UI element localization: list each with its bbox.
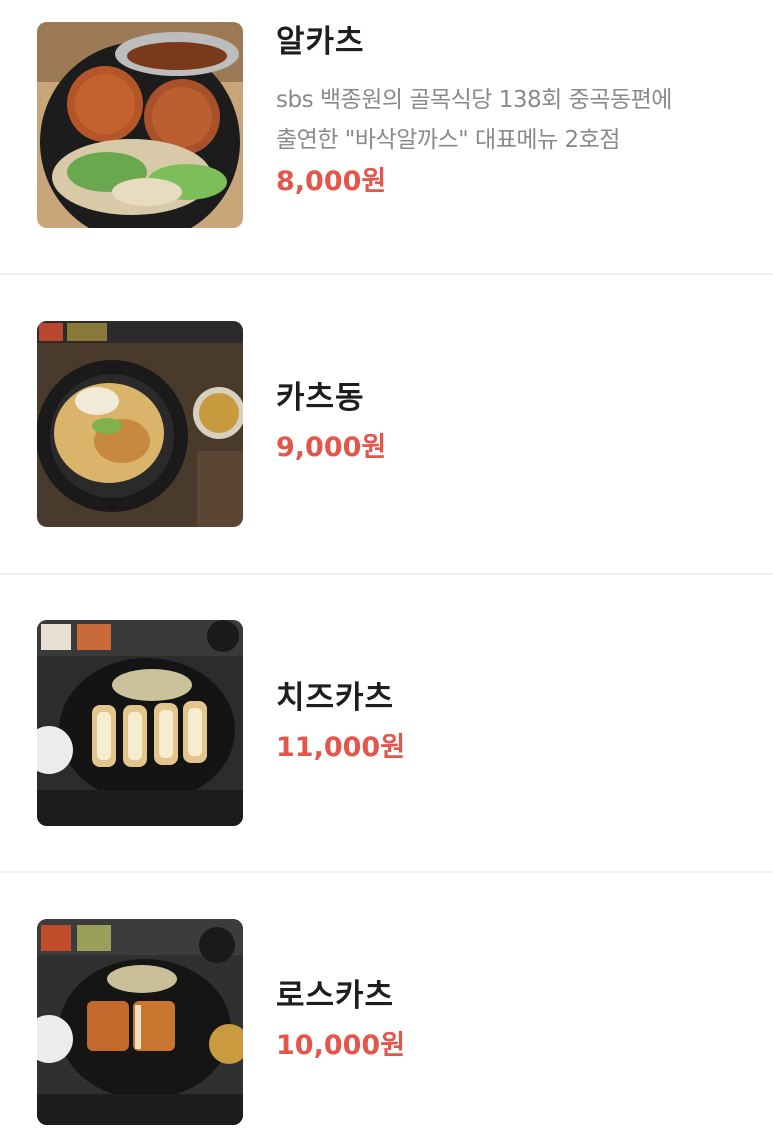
menu-item-name: 로스카츠	[276, 978, 395, 1014]
food-photo-icon[interactable]	[37, 22, 243, 228]
menu-item-info: 카츠동 9,000원	[276, 378, 746, 466]
cheese-katsu-photo	[37, 620, 243, 826]
menu-item-info: 알카츠 sbs 백종원의 골목식당 138회 중곡동편에 출연한 "바삭알까스"…	[276, 22, 746, 200]
menu-item-katsudon[interactable]: 카츠동 9,000원	[0, 275, 773, 573]
menu-list: 알카츠 sbs 백종원의 골목식당 138회 중곡동편에 출연한 "바삭알까스"…	[0, 0, 773, 1132]
menu-item-price: 11,000원	[276, 732, 406, 763]
menu-item-price: 8,000원	[276, 166, 387, 197]
menu-item-price: 10,000원	[276, 1030, 406, 1061]
rosu-katsu-photo	[37, 919, 243, 1125]
menu-item-name: 치즈카츠	[276, 680, 395, 716]
menu-item-info: 치즈카츠 11,000원	[276, 678, 746, 766]
menu-item-description: sbs 백종원의 골목식당 138회 중곡동편에 출연한 "바삭알까스" 대표메…	[276, 80, 746, 160]
food-photo-icon[interactable]	[37, 919, 243, 1125]
menu-item-name: 알카츠	[276, 24, 365, 60]
menu-item-info: 로스카츠 10,000원	[276, 976, 746, 1064]
food-photo-icon[interactable]	[37, 321, 243, 527]
menu-item-description-line: sbs 백종원의 골목식당 138회 중곡동편에	[276, 87, 672, 113]
alkatsu-photo	[37, 22, 243, 228]
menu-item-cheese-katsu[interactable]: 치즈카츠 11,000원	[0, 575, 773, 872]
menu-item-price: 9,000원	[276, 432, 387, 463]
food-photo-icon[interactable]	[37, 620, 243, 826]
menu-item-rosu-katsu[interactable]: 로스카츠 10,000원	[0, 873, 773, 1132]
menu-item-description-line: 출연한 "바삭알까스" 대표메뉴 2호점	[276, 127, 620, 153]
katsudon-photo	[37, 321, 243, 527]
menu-item-name: 카츠동	[276, 380, 365, 416]
menu-item-alkatsu[interactable]: 알카츠 sbs 백종원의 골목식당 138회 중곡동편에 출연한 "바삭알까스"…	[0, 0, 773, 274]
